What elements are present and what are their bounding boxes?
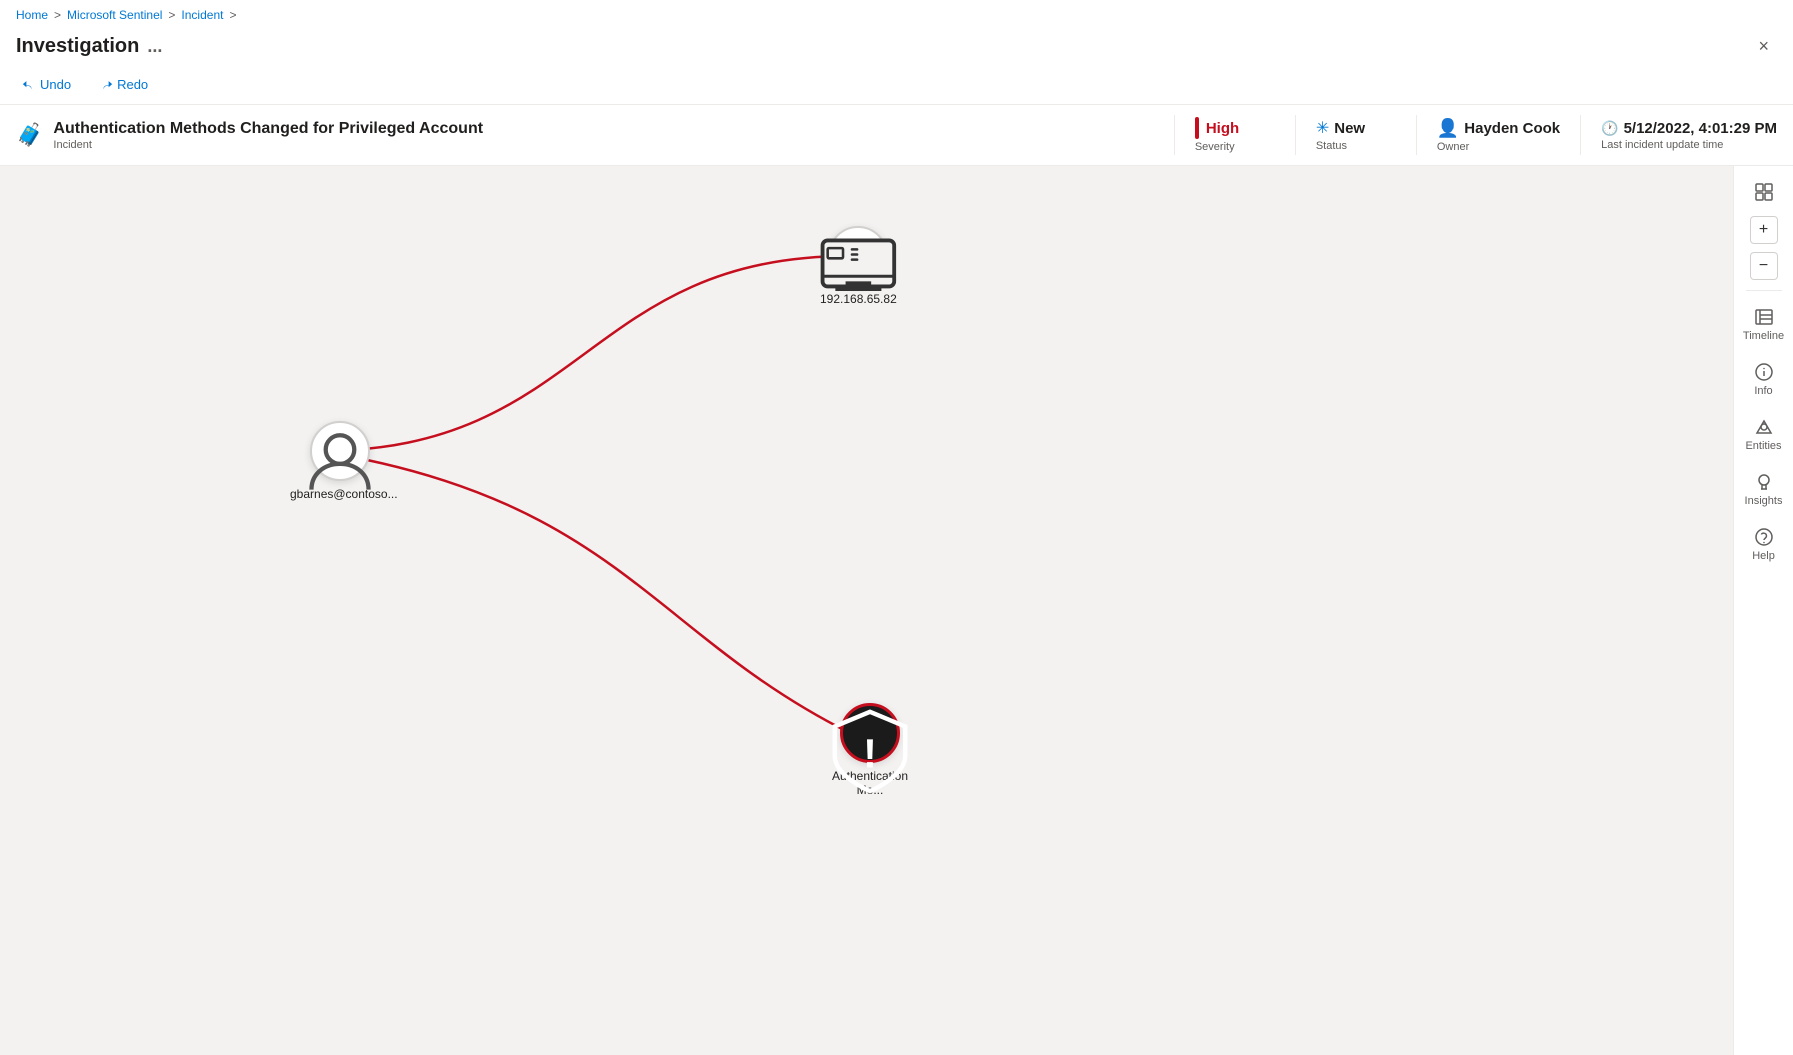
breadcrumb: Home > Microsoft Sentinel > Incident > (0, 0, 1793, 30)
severity-item: High Severity (1195, 117, 1275, 153)
main-area: 192.168.65.82 gbarnes@contoso... ! Authe… (0, 166, 1793, 1055)
sidebar-entities[interactable]: Entities (1738, 409, 1790, 460)
sidebar-timeline[interactable]: Timeline (1738, 299, 1790, 350)
breadcrumb-sentinel[interactable]: Microsoft Sentinel (67, 8, 162, 22)
sidebar-entities-label: Entities (1745, 440, 1781, 452)
status-item: ✳ New Status (1316, 118, 1396, 152)
sidebar-insights-label: Insights (1745, 495, 1783, 507)
redo-button[interactable]: Redo (93, 73, 154, 96)
ip-icon (820, 226, 897, 306)
right-sidebar: + − Timeline Info (1733, 166, 1793, 1055)
incident-sub: Incident (53, 139, 483, 151)
fit-icon (1754, 182, 1774, 202)
node-ip[interactable]: 192.168.65.82 (820, 226, 897, 306)
severity-row: High (1195, 117, 1239, 139)
severity-value: High (1206, 120, 1239, 137)
user-icon (290, 421, 390, 501)
info-icon (1754, 362, 1774, 382)
incident-title-group: 🧳 Authentication Methods Changed for Pri… (16, 120, 1154, 151)
timeline-icon (1754, 307, 1774, 327)
time-value: 5/12/2022, 4:01:29 PM (1624, 120, 1777, 137)
node-user-circle (310, 421, 370, 481)
undo-button[interactable]: Undo (16, 73, 77, 96)
time-row: 🕐 5/12/2022, 4:01:29 PM (1601, 120, 1777, 137)
node-ip-circle (828, 226, 888, 286)
zoom-in-button[interactable]: + (1750, 216, 1778, 244)
severity-label: Severity (1195, 141, 1235, 153)
sidebar-info[interactable]: Info (1738, 354, 1790, 405)
sidebar-fit[interactable] (1738, 174, 1790, 210)
time-item: 🕐 5/12/2022, 4:01:29 PM Last incident up… (1601, 120, 1777, 151)
sidebar-divider-1 (1746, 290, 1782, 291)
info-sep-2 (1295, 115, 1296, 155)
breadcrumb-sep3: > (229, 8, 236, 22)
close-button[interactable]: × (1750, 32, 1777, 61)
page-title: Investigation (16, 35, 139, 58)
breadcrumb-home[interactable]: Home (16, 8, 48, 22)
owner-icon: 👤 (1437, 118, 1459, 139)
sidebar-help-label: Help (1752, 550, 1775, 562)
more-options-dots[interactable]: ... (147, 36, 162, 57)
toolbar: Undo Redo (0, 69, 1793, 105)
status-label: Status (1316, 140, 1347, 152)
help-icon (1754, 527, 1774, 547)
status-icon: ✳ (1316, 118, 1329, 138)
undo-icon (22, 78, 36, 92)
node-user[interactable]: gbarnes@contoso... (290, 421, 390, 501)
zoom-out-button[interactable]: − (1750, 252, 1778, 280)
node-alert-circle: ! (840, 703, 900, 763)
page-title-group: Investigation ... (16, 35, 162, 58)
owner-row: 👤 Hayden Cook (1437, 118, 1560, 139)
status-value: New (1334, 120, 1365, 137)
info-sep-3 (1416, 115, 1417, 155)
info-sep-1 (1174, 115, 1175, 155)
sidebar-info-label: Info (1754, 385, 1772, 397)
sidebar-timeline-label: Timeline (1743, 330, 1784, 342)
graph-canvas[interactable]: 192.168.65.82 gbarnes@contoso... ! Authe… (0, 166, 1733, 1055)
page-header: Investigation ... × (0, 30, 1793, 69)
svg-text:!: ! (863, 731, 877, 777)
owner-label: Owner (1437, 141, 1469, 153)
incident-title: Authentication Methods Changed for Privi… (53, 120, 483, 138)
redo-icon (99, 78, 113, 92)
owner-value: Hayden Cook (1464, 120, 1560, 137)
info-bar: 🧳 Authentication Methods Changed for Pri… (0, 105, 1793, 166)
breadcrumb-incident[interactable]: Incident (181, 8, 223, 22)
insights-icon (1754, 472, 1774, 492)
incident-title-block: Authentication Methods Changed for Privi… (53, 120, 483, 151)
node-alert[interactable]: ! Authentication Me... (820, 703, 920, 797)
alert-shield-icon: ! (820, 703, 920, 797)
time-label: Last incident update time (1601, 139, 1723, 151)
time-icon: 🕐 (1601, 120, 1618, 137)
severity-dot (1195, 117, 1199, 139)
breadcrumb-sep2: > (168, 8, 175, 22)
sidebar-help[interactable]: Help (1738, 519, 1790, 570)
info-sep-4 (1580, 115, 1581, 155)
owner-item: 👤 Hayden Cook Owner (1437, 118, 1560, 153)
entities-icon (1754, 417, 1774, 437)
sidebar-insights[interactable]: Insights (1738, 464, 1790, 515)
status-row: ✳ New (1316, 118, 1365, 138)
incident-icon: 🧳 (16, 122, 43, 148)
breadcrumb-sep1: > (54, 8, 61, 22)
